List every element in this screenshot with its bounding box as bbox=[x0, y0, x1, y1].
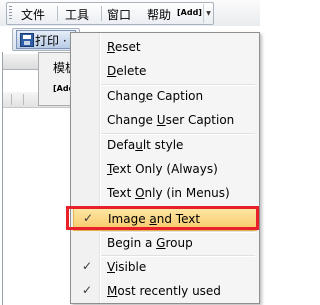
menu-item-label: Delete bbox=[107, 64, 147, 78]
print-button-label: 打印 · bbox=[35, 34, 67, 48]
menu-item-delete[interactable]: Delete bbox=[73, 60, 257, 82]
menu-item-most-recently-used[interactable]: ✓ Most recently used bbox=[73, 280, 257, 302]
grip-handle[interactable] bbox=[9, 6, 12, 20]
menu-item-change-user-caption[interactable]: Change User Caption bbox=[73, 109, 257, 131]
menu-add-button[interactable]: [Add] bbox=[177, 8, 202, 17]
save-icon bbox=[20, 33, 34, 47]
menu-item-label: Text Only (Always) bbox=[107, 162, 218, 176]
chevron-down-icon[interactable]: ▼ bbox=[203, 4, 213, 23]
menu-window[interactable]: 窗口 bbox=[107, 6, 131, 23]
menu-item-label: Default style bbox=[107, 138, 184, 152]
menu-item-label: Change User Caption bbox=[107, 113, 235, 127]
menu-bar-frame: 文件 工具 窗口 帮助 [Add] ▼ bbox=[6, 2, 214, 25]
menu-item-label: Visible bbox=[107, 260, 147, 274]
menu-item-text-only-in-menus[interactable]: Text Only (in Menus) bbox=[73, 182, 257, 204]
menu-item-visible[interactable]: ✓ Visible bbox=[73, 256, 257, 278]
menu-item-label: Most recently used bbox=[107, 284, 221, 298]
menu-item-reset[interactable]: Reset bbox=[73, 36, 257, 58]
content-area bbox=[3, 108, 71, 305]
menu-item-change-caption[interactable]: Change Caption bbox=[73, 85, 257, 107]
menu-item-default-style[interactable]: Default style bbox=[73, 134, 257, 156]
menu-item-begin-a-group[interactable]: Begin a Group bbox=[73, 232, 257, 254]
check-icon: ✓ bbox=[82, 283, 93, 297]
menu-help[interactable]: 帮助 bbox=[147, 6, 171, 23]
menu-file[interactable]: 文件 bbox=[21, 6, 45, 23]
menu-bar: 文件 工具 窗口 帮助 [Add] ▼ bbox=[0, 0, 260, 26]
menu-item-label: Reset bbox=[107, 40, 141, 54]
menu-tools[interactable]: 工具 bbox=[65, 6, 89, 23]
menu-item-label: Change Caption bbox=[107, 89, 204, 103]
menu-separator bbox=[101, 6, 102, 21]
menu-separator bbox=[57, 6, 58, 21]
selection-highlight-box bbox=[66, 206, 259, 230]
check-icon: ✓ bbox=[82, 259, 93, 273]
customize-context-menu: Reset Delete Change Caption Change User … bbox=[70, 32, 260, 304]
menu-item-label: Begin a Group bbox=[107, 236, 193, 250]
menu-item-label: Text Only (in Menus) bbox=[107, 186, 230, 200]
menu-item-text-only-always[interactable]: Text Only (Always) bbox=[73, 158, 257, 180]
print-button[interactable]: 打印 · bbox=[16, 30, 76, 49]
